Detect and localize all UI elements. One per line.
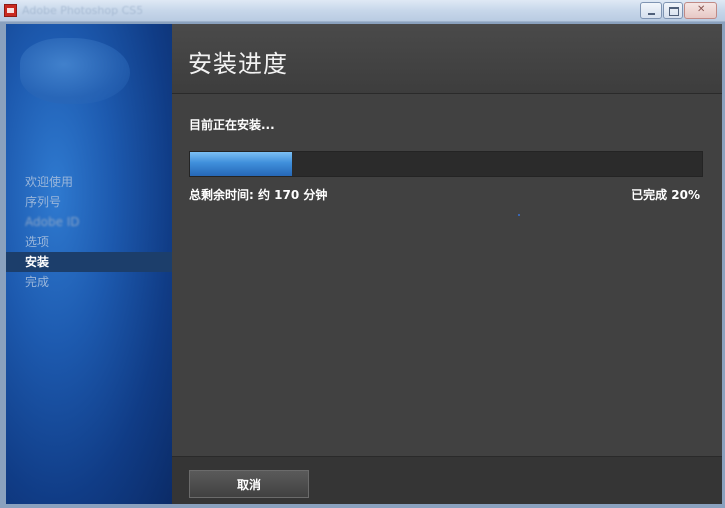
install-status-text: 目前正在安装... [189,118,275,132]
page-title: 安装进度 [188,50,288,78]
photoshop-app-icon [4,4,17,17]
step-item-welcome: 欢迎使用 [25,175,74,189]
title-bar: Adobe Photoshop CS5 [0,0,725,22]
panel-header: 安装进度 [172,24,722,94]
panel-footer: 取消 [172,456,722,504]
time-remaining-text: 总剩余时间: 约 170 分钟 [189,188,328,202]
step-item-finish: 完成 [25,275,50,289]
progress-bar-fill [190,152,293,176]
main-panel: 安装进度 目前正在安装... 总剩余时间: 约 170 分钟 已完成 20% 取… [172,24,722,504]
step-list: 欢迎使用 序列号 Adobe ID 选项 安装 完成 [6,172,172,292]
step-item-serial-number: 序列号 [25,195,62,209]
stray-pixel [518,214,520,216]
cancel-button[interactable]: 取消 [189,470,309,498]
installer-sidebar: 欢迎使用 序列号 Adobe ID 选项 安装 完成 [6,24,172,504]
adobe-logo-graphic [20,38,130,104]
step-item-install: 安装 [6,252,172,272]
install-progress-bar [189,151,703,177]
window-title: Adobe Photoshop CS5 [22,4,142,17]
maximize-button[interactable] [663,2,683,19]
step-item-adobe-id: Adobe ID [25,215,80,229]
step-item-options: 选项 [25,235,50,249]
close-button[interactable] [684,2,717,19]
percent-complete-text: 已完成 20% [631,188,700,202]
minimize-button[interactable] [640,2,662,19]
